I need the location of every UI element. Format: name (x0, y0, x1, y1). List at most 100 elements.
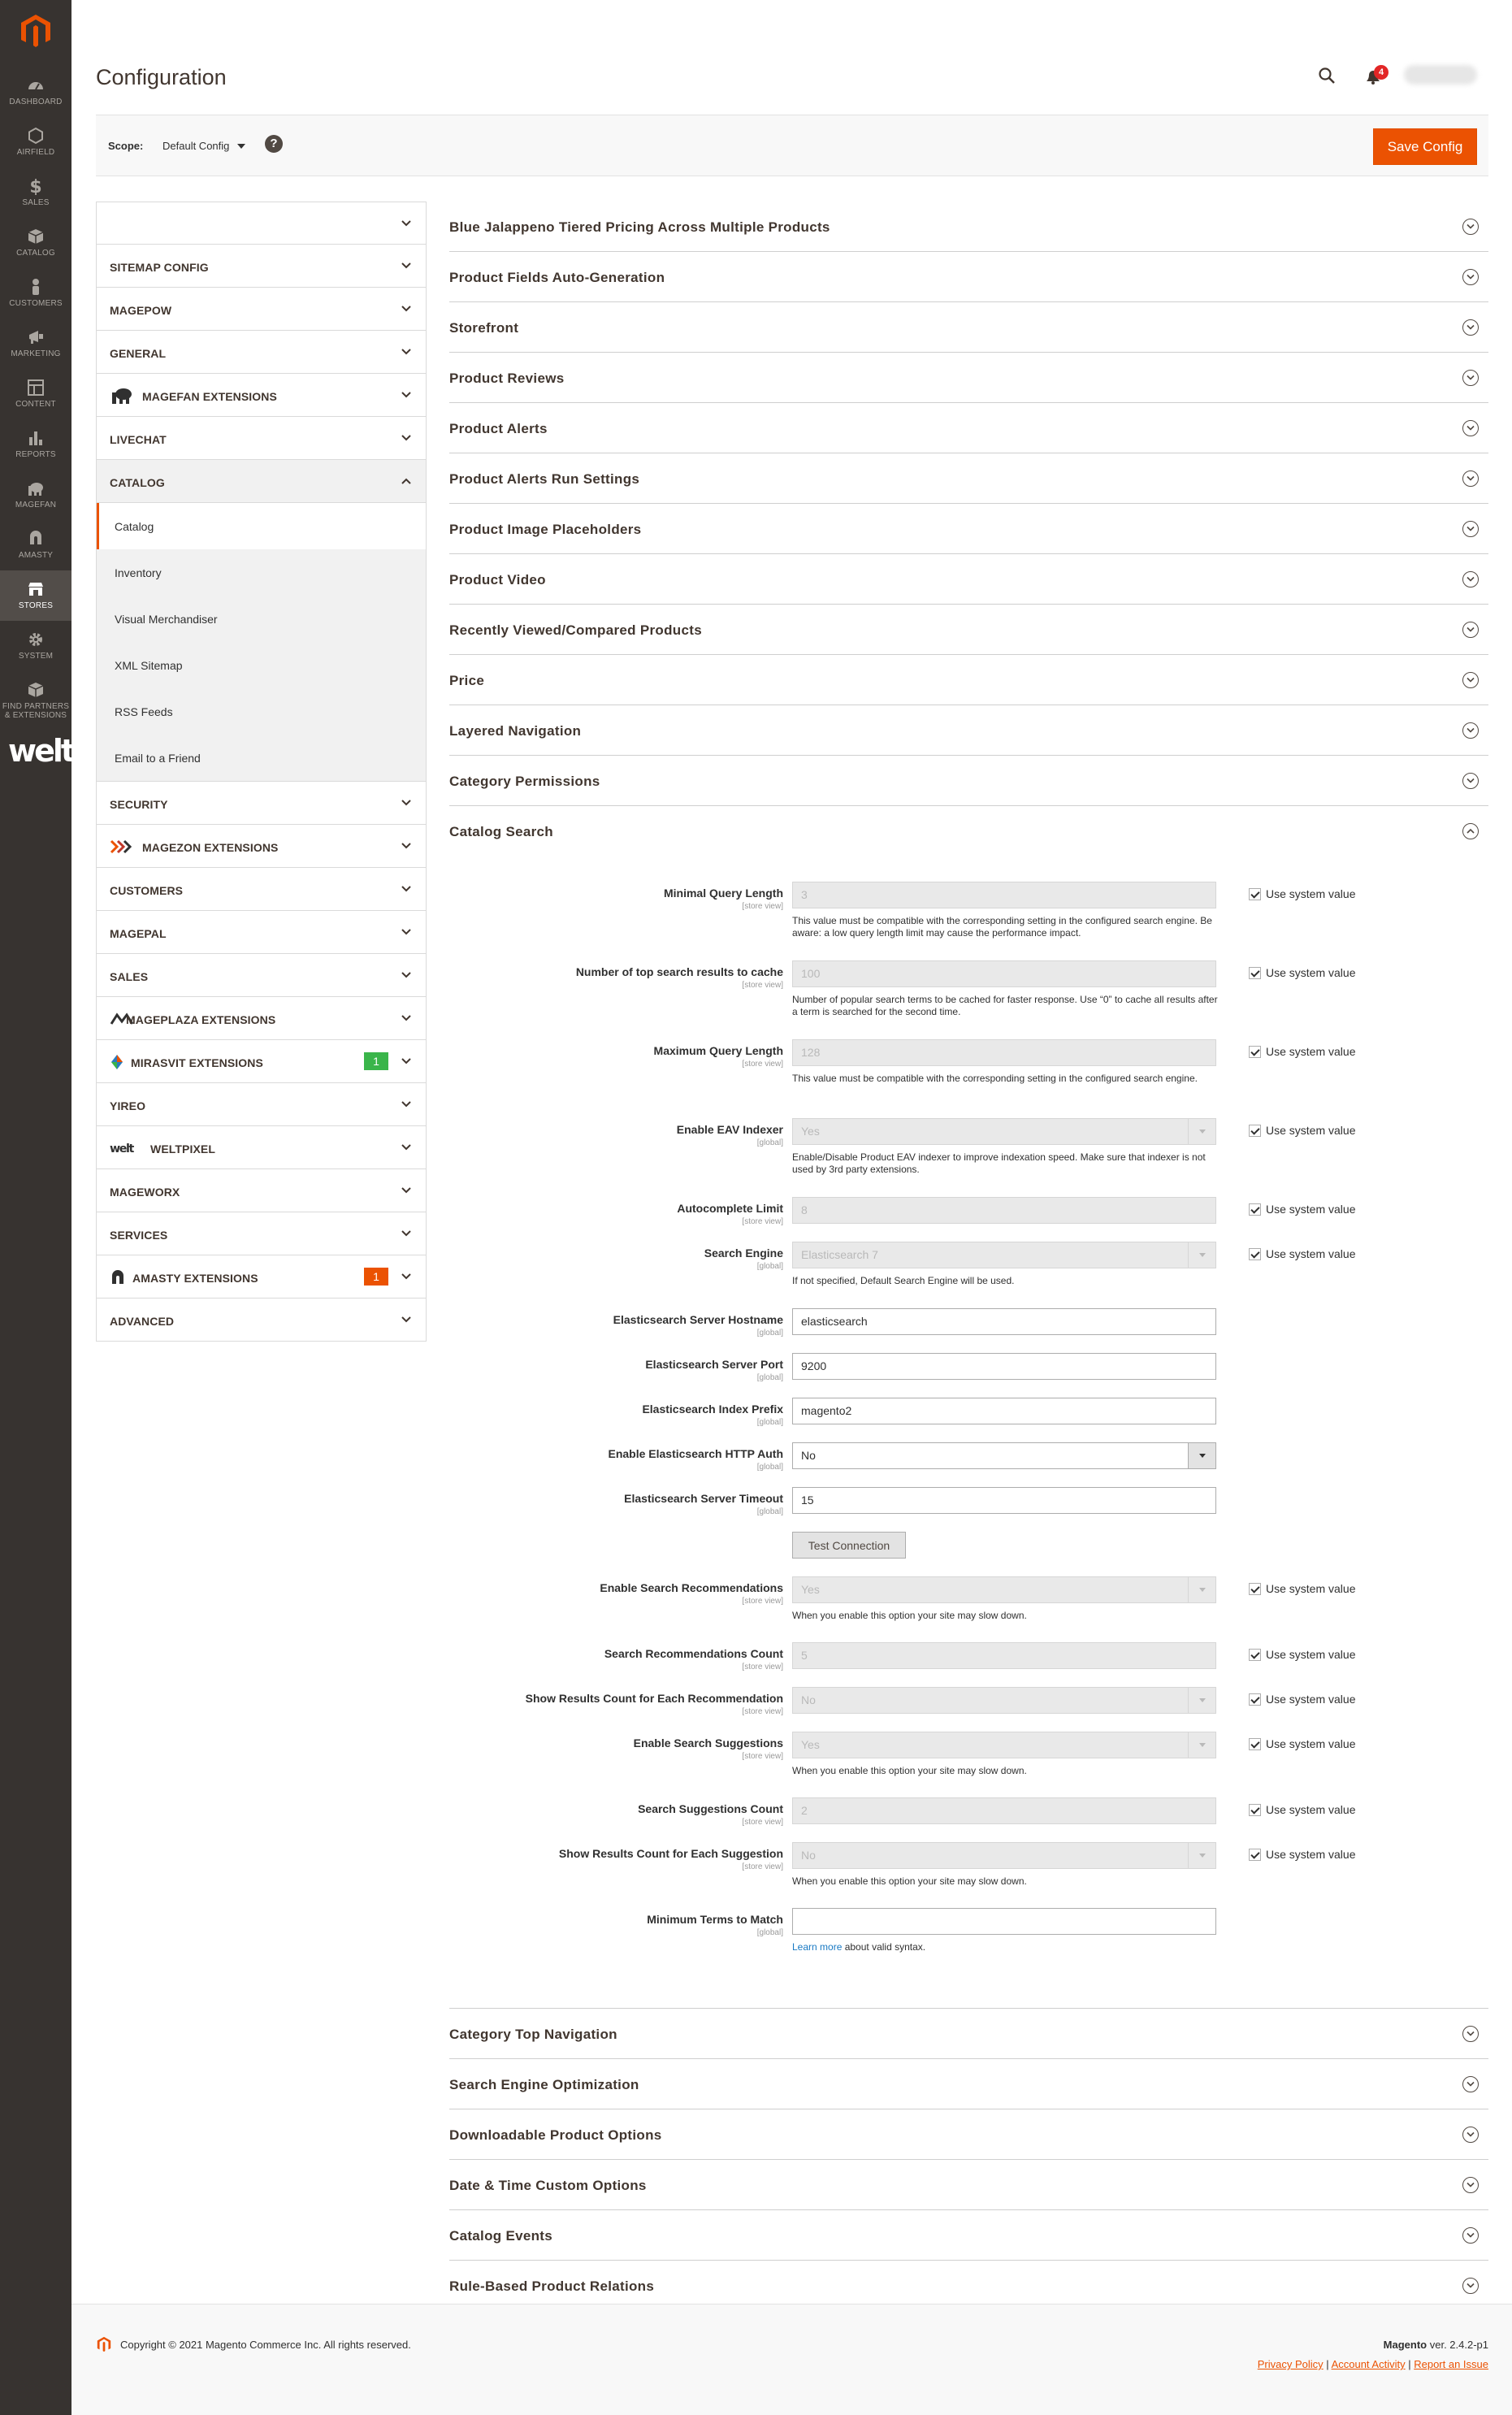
tab-mirasvit-extensions[interactable]: Mirasvit Extensions 1 (96, 1040, 427, 1083)
use-system-value-checkbox[interactable]: Use system value (1249, 1737, 1355, 1750)
welt-logo[interactable]: welt (8, 735, 76, 772)
section-header[interactable]: Layered Navigation (449, 705, 1488, 756)
search-engine-select[interactable]: Elasticsearch 7 (792, 1242, 1216, 1268)
notification-count-badge[interactable]: 4 (1374, 65, 1389, 80)
section-header[interactable]: Product Image Placeholders (449, 504, 1488, 554)
menu-item-partners[interactable]: Find Partners & Extensions (0, 671, 71, 731)
sub-item-inventory[interactable]: Inventory (97, 549, 426, 596)
recommendation-results-count-select[interactable]: No (792, 1687, 1216, 1714)
use-system-value-checkbox[interactable]: Use system value (1249, 887, 1355, 900)
minimal-query-length-input[interactable]: 3 (792, 882, 1216, 908)
checkbox-checked-icon[interactable] (1249, 1849, 1261, 1861)
es-port-input[interactable]: 9200 (792, 1353, 1216, 1380)
tab-services[interactable]: Services (96, 1212, 427, 1255)
test-connection-button[interactable]: Test Connection (792, 1532, 906, 1559)
checkbox-checked-icon[interactable] (1249, 1804, 1261, 1816)
enable-search-recommendations-select[interactable]: Yes (792, 1576, 1216, 1603)
tab-advanced[interactable]: Advanced (96, 1299, 427, 1342)
menu-item-stores[interactable]: Stores (0, 570, 71, 621)
tab-magepow[interactable]: Magepow (96, 288, 427, 331)
section-header[interactable]: Search Engine Optimization (449, 2059, 1488, 2109)
section-header[interactable]: Category Top Navigation (449, 2009, 1488, 2059)
minimum-terms-to-match-input[interactable] (792, 1908, 1216, 1935)
menu-item-magefan[interactable]: Magefan (0, 470, 71, 520)
es-hostname-input[interactable]: elasticsearch (792, 1308, 1216, 1335)
report-issue-link[interactable]: Report an Issue (1414, 2358, 1488, 2370)
autocomplete-limit-input[interactable]: 8 (792, 1197, 1216, 1224)
section-header[interactable]: Price (449, 655, 1488, 705)
section-header[interactable]: Recently Viewed/Compared Products (449, 605, 1488, 655)
checkbox-checked-icon[interactable] (1249, 1203, 1261, 1216)
tab-sitemap-config[interactable]: Sitemap Config (96, 245, 427, 288)
use-system-value-checkbox[interactable]: Use system value (1249, 1803, 1355, 1816)
section-header[interactable]: Blue Jalappeno Tiered Pricing Across Mul… (449, 202, 1488, 252)
use-system-value-checkbox[interactable]: Use system value (1249, 1247, 1355, 1260)
enable-search-suggestions-select[interactable]: Yes (792, 1732, 1216, 1758)
tab-yireo[interactable]: Yireo (96, 1083, 427, 1126)
menu-item-content[interactable]: Content (0, 369, 71, 419)
section-header[interactable]: Catalog Search (449, 806, 1488, 856)
enable-eav-indexer-select[interactable]: Yes (792, 1118, 1216, 1145)
use-system-value-checkbox[interactable]: Use system value (1249, 1582, 1355, 1595)
menu-item-catalog[interactable]: Catalog (0, 218, 71, 268)
account-activity-link[interactable]: Account Activity (1332, 2358, 1406, 2370)
menu-item-reports[interactable]: Reports (0, 419, 71, 470)
search-suggestions-count-input[interactable]: 2 (792, 1797, 1216, 1824)
search-icon[interactable] (1318, 67, 1336, 85)
section-header[interactable]: Catalog Events (449, 2210, 1488, 2261)
es-http-auth-select[interactable]: No (792, 1442, 1216, 1469)
menu-item-amasty[interactable]: Amasty (0, 520, 71, 570)
help-icon[interactable]: ? (265, 135, 283, 153)
learn-more-link[interactable]: Learn more (792, 1941, 842, 1953)
save-config-button[interactable]: Save Config (1373, 128, 1477, 165)
sub-item-visual-merchandiser[interactable]: Visual Merchandiser (97, 596, 426, 642)
tab-catalog[interactable]: Catalog (96, 460, 427, 503)
tab-general[interactable]: General (96, 331, 427, 374)
tab-weltpixel[interactable]: welt Weltpixel (96, 1126, 427, 1169)
tab-amasty-extensions[interactable]: Amasty Extensions 1 (96, 1255, 427, 1299)
use-system-value-checkbox[interactable]: Use system value (1249, 1045, 1355, 1058)
es-timeout-input[interactable]: 15 (792, 1487, 1216, 1514)
menu-item-dashboard[interactable]: Dashboard (0, 67, 71, 117)
section-header[interactable]: Product Alerts Run Settings (449, 453, 1488, 504)
section-header[interactable]: Product Video (449, 554, 1488, 605)
use-system-value-checkbox[interactable]: Use system value (1249, 1848, 1355, 1861)
section-header[interactable]: Date & Time Custom Options (449, 2160, 1488, 2210)
tab-customers[interactable]: Customers (96, 868, 427, 911)
section-header[interactable]: Category Permissions (449, 756, 1488, 806)
sub-item-rss-feeds[interactable]: RSS Feeds (97, 688, 426, 735)
sub-item-email-to-a-friend[interactable]: Email to a Friend (97, 735, 426, 781)
checkbox-checked-icon[interactable] (1249, 1738, 1261, 1750)
sub-item-catalog[interactable]: Catalog (97, 503, 426, 549)
sub-item-xml-sitemap[interactable]: XML Sitemap (97, 642, 426, 688)
es-index-prefix-input[interactable]: magento2 (792, 1398, 1216, 1424)
use-system-value-checkbox[interactable]: Use system value (1249, 1648, 1355, 1661)
section-header[interactable]: Downloadable Product Options (449, 2109, 1488, 2160)
checkbox-checked-icon[interactable] (1249, 1248, 1261, 1260)
top-search-cache-input[interactable]: 100 (792, 960, 1216, 987)
checkbox-checked-icon[interactable] (1249, 967, 1261, 979)
use-system-value-checkbox[interactable]: Use system value (1249, 1693, 1355, 1706)
checkbox-checked-icon[interactable] (1249, 1693, 1261, 1706)
use-system-value-checkbox[interactable]: Use system value (1249, 1203, 1355, 1216)
checkbox-checked-icon[interactable] (1249, 1046, 1261, 1058)
menu-item-marketing[interactable]: Marketing (0, 319, 71, 369)
maximum-query-length-input[interactable]: 128 (792, 1039, 1216, 1066)
suggestion-results-count-select[interactable]: No (792, 1842, 1216, 1869)
checkbox-checked-icon[interactable] (1249, 888, 1261, 900)
section-header[interactable]: Storefront (449, 302, 1488, 353)
menu-item-system[interactable]: System (0, 621, 71, 671)
use-system-value-checkbox[interactable]: Use system value (1249, 966, 1355, 979)
tab-livechat[interactable]: Livechat (96, 417, 427, 460)
checkbox-checked-icon[interactable] (1249, 1125, 1261, 1137)
privacy-policy-link[interactable]: Privacy Policy (1258, 2358, 1324, 2370)
caret-down-icon[interactable] (237, 144, 245, 149)
scope-switcher[interactable]: Default Config (162, 140, 229, 152)
tab-security[interactable]: Security (96, 782, 427, 825)
use-system-value-checkbox[interactable]: Use system value (1249, 1124, 1355, 1137)
checkbox-checked-icon[interactable] (1249, 1583, 1261, 1595)
section-header[interactable]: Product Reviews (449, 353, 1488, 403)
user-account-menu[interactable] (1404, 65, 1477, 85)
section-header[interactable]: Product Alerts (449, 403, 1488, 453)
menu-item-sales[interactable]: $ Sales (0, 167, 71, 218)
